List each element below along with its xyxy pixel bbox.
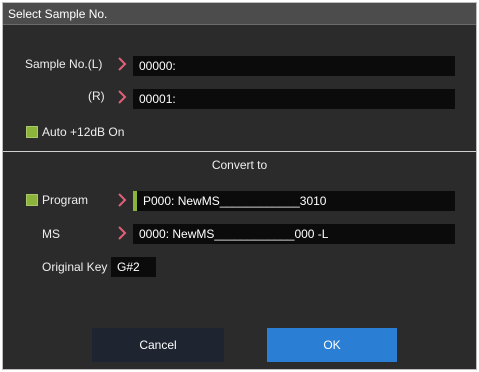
sample-left-field[interactable]: 00000:: [133, 56, 455, 76]
convert-to-heading: Convert to: [211, 158, 268, 172]
dialog-title: Select Sample No.: [3, 3, 476, 25]
chevron-right-icon[interactable]: [116, 56, 128, 72]
chevron-right-icon[interactable]: [116, 225, 128, 241]
chevron-right-icon[interactable]: [116, 89, 128, 105]
sample-left-label: Sample No.(L): [25, 57, 103, 71]
chevron-right-icon[interactable]: [116, 192, 128, 208]
ms-label: MS: [42, 227, 60, 241]
auto-12db-label: Auto +12dB On: [42, 125, 125, 139]
ok-button[interactable]: OK: [267, 328, 397, 362]
program-checkbox[interactable]: [26, 194, 38, 206]
program-label: Program: [42, 193, 89, 207]
ms-field[interactable]: 0000: NewMS____________000 -L: [133, 224, 455, 244]
section-divider: [3, 151, 476, 152]
original-key-label: Original Key: [42, 260, 108, 274]
sample-right-label: (R): [88, 89, 105, 103]
select-sample-dialog: Select Sample No. Sample No.(L) 00000: (…: [2, 2, 477, 370]
original-key-field[interactable]: G#2: [111, 257, 156, 277]
auto-12db-checkbox[interactable]: [26, 126, 38, 138]
cancel-button[interactable]: Cancel: [92, 328, 224, 362]
program-field[interactable]: P000: NewMS____________3010: [137, 191, 455, 211]
sample-right-field[interactable]: 00001:: [133, 89, 455, 109]
